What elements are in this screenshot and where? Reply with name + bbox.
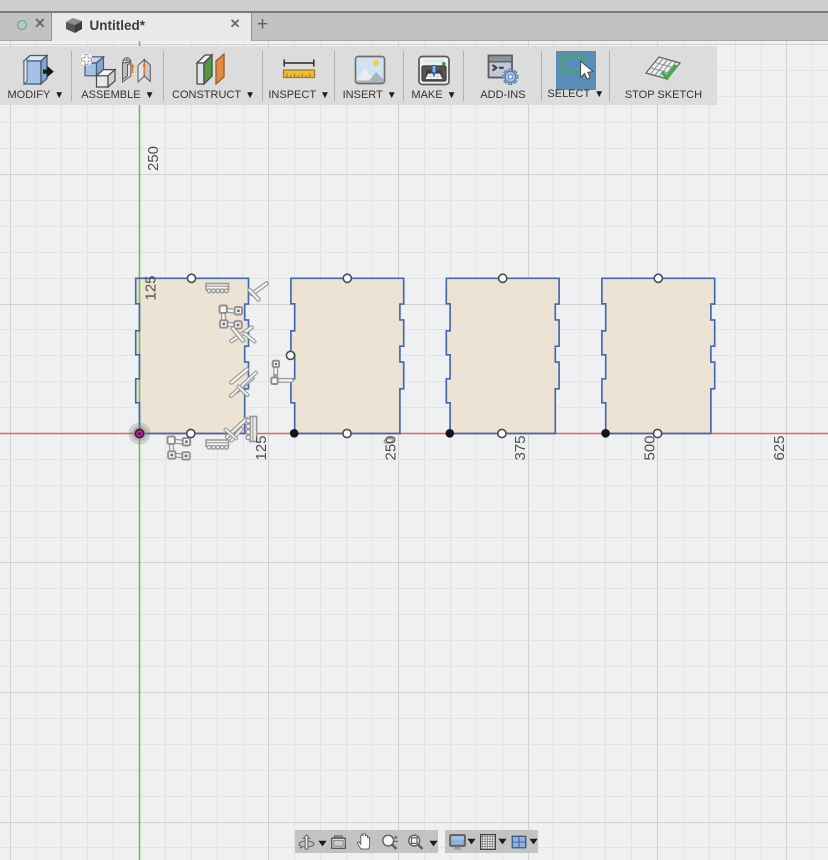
svg-text:125: 125: [253, 435, 270, 460]
svg-text:250: 250: [383, 435, 400, 460]
svg-text:125: 125: [143, 275, 160, 300]
svg-text:625: 625: [771, 435, 788, 460]
svg-text:500: 500: [642, 435, 659, 460]
svg-text:250: 250: [145, 146, 162, 171]
svg-text:375: 375: [512, 435, 529, 460]
